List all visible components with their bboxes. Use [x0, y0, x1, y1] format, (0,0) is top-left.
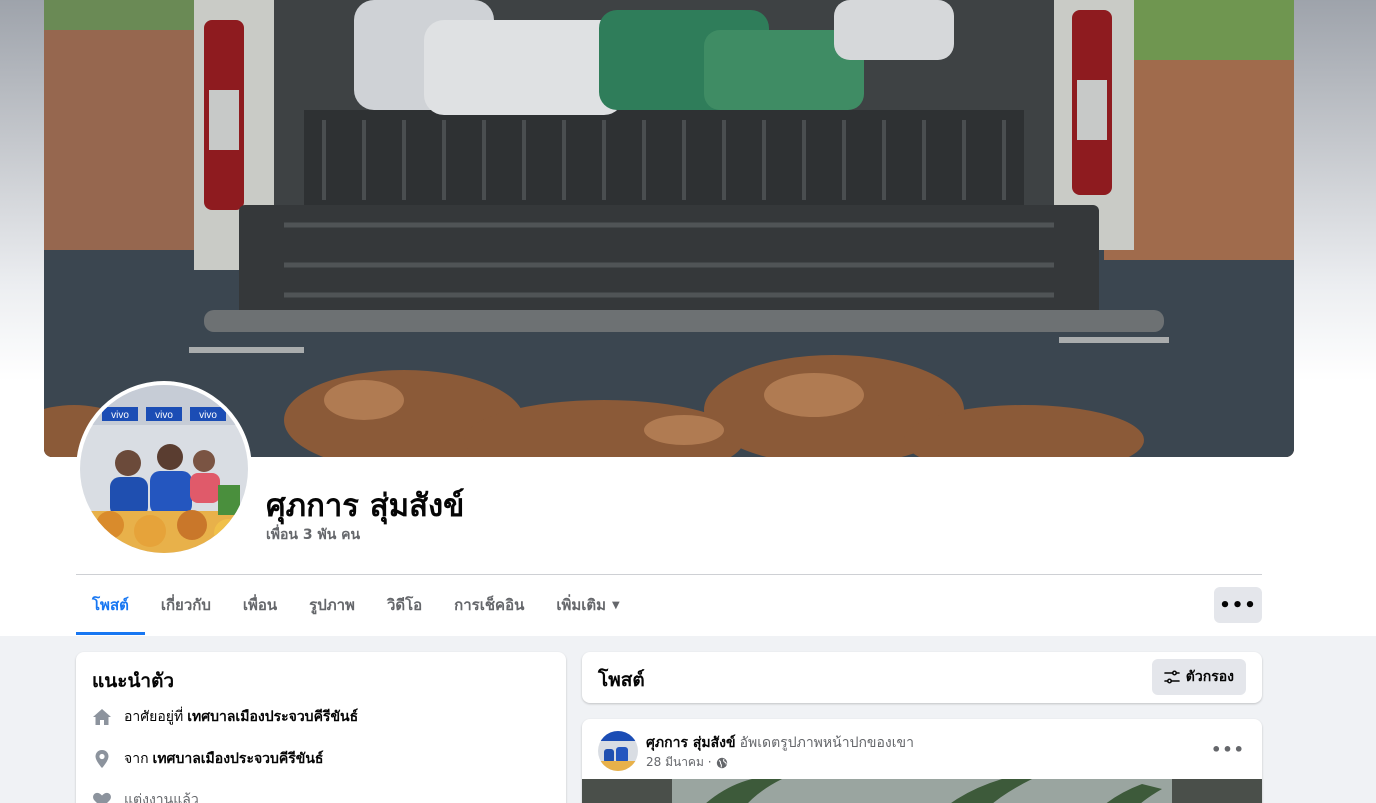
- intro-lives-in-label: อาศัยอยู่ที่: [124, 709, 184, 725]
- tab-friends-label: เพื่อน: [242, 596, 278, 614]
- posts-header-card: โพสต์ ตัวกรอง: [582, 652, 1262, 703]
- tab-about-label: เกี่ยวกับ: [160, 596, 211, 614]
- location-pin-icon: [92, 749, 112, 769]
- home-icon: [92, 707, 112, 727]
- posts-title: โพสต์: [598, 669, 645, 691]
- tab-checkins-label: การเช็คอิน: [454, 596, 525, 614]
- post-author-avatar[interactable]: [598, 731, 638, 771]
- intro-lives-in-value[interactable]: เทศบาลเมืองประจวบคีรีขันธ์: [187, 706, 358, 728]
- intro-card: แนะนำตัว อาศัยอยู่ที่ เทศบาลเมืองประจวบค…: [76, 652, 566, 803]
- post-meta: 28 มีนาคม ·: [646, 753, 728, 772]
- tab-videos-label: วิดีโอ: [386, 596, 423, 614]
- tab-friends[interactable]: เพื่อน: [227, 575, 293, 635]
- vivo-sign-1: vivo: [111, 410, 129, 421]
- post-author-name[interactable]: ศุภการ สุ่มสังข์: [646, 735, 736, 751]
- tab-photos-label: รูปภาพ: [309, 596, 355, 614]
- more-options-button[interactable]: •••: [1214, 587, 1262, 623]
- intro-from-label: จาก: [124, 751, 149, 767]
- heart-icon: [92, 790, 112, 803]
- intro-relationship-label: แต่งงานแล้ว: [124, 792, 199, 803]
- vivo-sign-3: vivo: [199, 410, 217, 421]
- cover-photo[interactable]: [44, 0, 1294, 457]
- profile-name: ศุภการ สุ่มสังข์: [266, 488, 465, 524]
- post-date[interactable]: 28 มีนาคม ·: [646, 753, 712, 772]
- intro-lives-in: อาศัยอยู่ที่ เทศบาลเมืองประจวบคีรีขันธ์: [92, 705, 358, 729]
- filter-button-label: ตัวกรอง: [1185, 669, 1234, 685]
- vivo-sign-2: vivo: [155, 410, 173, 421]
- post-header: ศุภการ สุ่มสังข์ อัพเดตรูปภาพหน้าปกของเขา: [646, 732, 914, 754]
- filter-button[interactable]: ตัวกรอง: [1151, 659, 1246, 695]
- post-options-button[interactable]: •••: [1211, 735, 1244, 763]
- tab-more[interactable]: เพิ่มเติม ▼: [540, 575, 635, 635]
- intro-relationship: แต่งงานแล้ว: [92, 788, 203, 803]
- tab-checkins[interactable]: การเช็คอิน: [438, 575, 540, 635]
- post-card: ศุภการ สุ่มสังข์ อัพเดตรูปภาพหน้าปกของเขา…: [582, 719, 1262, 803]
- friends-count[interactable]: เพื่อน 3 พัน คน: [266, 524, 360, 546]
- tab-about[interactable]: เกี่ยวกับ: [145, 575, 227, 635]
- caret-down-icon: ▼: [612, 599, 620, 611]
- tab-photos[interactable]: รูปภาพ: [293, 575, 371, 635]
- globe-icon: [716, 757, 728, 769]
- intro-title: แนะนำตัว: [92, 670, 175, 692]
- tab-videos[interactable]: วิดีโอ: [371, 575, 438, 635]
- post-action-text: อัพเดตรูปภาพหน้าปกของเขา: [739, 735, 914, 751]
- post-image[interactable]: [582, 779, 1262, 803]
- profile-picture[interactable]: vivo vivo vivo: [76, 381, 252, 557]
- tab-more-label: เพิ่มเติม: [556, 596, 607, 614]
- profile-tabs: โพสต์ เกี่ยวกับ เพื่อน รูปภาพ วิดีโอ การ…: [76, 575, 636, 635]
- intro-from-value[interactable]: เทศบาลเมืองประจวบคีรีขันธ์: [153, 748, 324, 770]
- filter-icon: [1163, 669, 1180, 685]
- tab-posts[interactable]: โพสต์: [76, 575, 145, 635]
- intro-from: จาก เทศบาลเมืองประจวบคีรีขันธ์: [92, 747, 323, 771]
- tab-posts-label: โพสต์: [92, 596, 129, 614]
